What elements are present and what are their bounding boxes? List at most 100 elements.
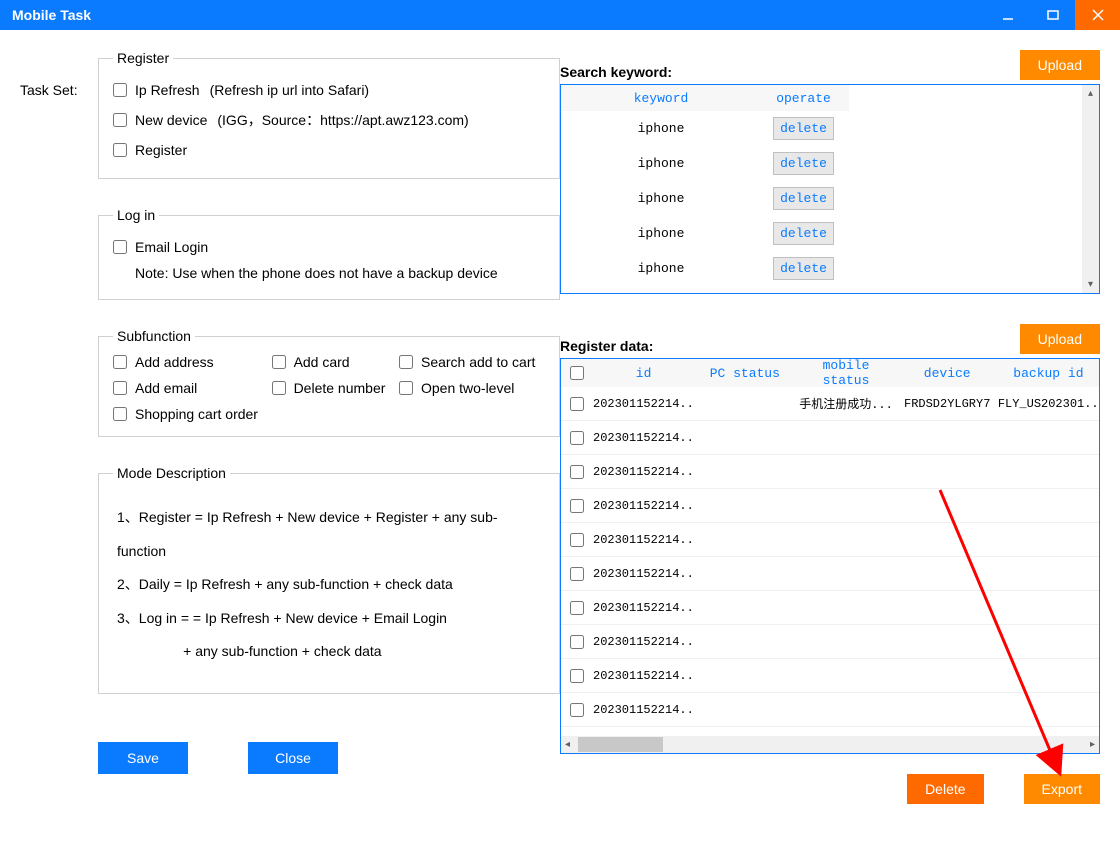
register-legend: Register: [113, 50, 173, 66]
register-row: 202301152214...: [561, 591, 1099, 625]
register-hscrollbar[interactable]: ◂ ▸: [561, 736, 1099, 753]
login-panel: Log in Email Login Note: Use when the ph…: [98, 207, 560, 300]
col-mobile: mobile status: [795, 358, 896, 388]
cell-device: FRDSD2YLGRY7: [897, 397, 998, 411]
col-pc: PC status: [694, 366, 795, 381]
col-device: device: [897, 366, 998, 381]
subfunction-legend: Subfunction: [113, 328, 195, 344]
cell-backup: FLY_US202301...: [998, 397, 1099, 411]
register-row: 202301152214...: [561, 693, 1099, 727]
taskset-label: Task Set:: [20, 50, 98, 827]
row-checkbox[interactable]: [570, 703, 584, 717]
cell-id: 202301152214...: [593, 703, 694, 717]
cell-id: 202301152214...: [593, 533, 694, 547]
shopping-cart-checkbox[interactable]: Shopping cart order: [113, 406, 268, 422]
ip-refresh-hint: (Refresh ip url into Safari): [210, 82, 370, 98]
register-row: 202301152214...: [561, 489, 1099, 523]
export-button[interactable]: Export: [1024, 774, 1100, 804]
row-checkbox[interactable]: [570, 533, 584, 547]
keyword-header: keyword: [561, 85, 761, 111]
maximize-button[interactable]: [1030, 0, 1075, 30]
delete-keyword-button[interactable]: delete: [773, 117, 834, 140]
delete-keyword-button[interactable]: delete: [773, 187, 834, 210]
ip-refresh-checkbox[interactable]: Ip Refresh: [113, 82, 200, 98]
cell-id: 202301152214...: [593, 499, 694, 513]
cell-id: 202301152214...: [593, 431, 694, 445]
row-checkbox[interactable]: [570, 465, 584, 479]
add-address-checkbox[interactable]: Add address: [113, 354, 268, 370]
keyword-cell: iphone: [561, 121, 761, 136]
row-checkbox[interactable]: [570, 669, 584, 683]
email-login-checkbox[interactable]: Email Login: [113, 239, 208, 255]
scroll-down-icon[interactable]: ▾: [1088, 276, 1093, 293]
delete-keyword-button[interactable]: delete: [773, 222, 834, 245]
row-checkbox[interactable]: [570, 635, 584, 649]
operate-header: operate: [761, 85, 846, 111]
delete-number-checkbox[interactable]: Delete number: [272, 380, 395, 396]
col-backup: backup id: [998, 366, 1099, 381]
register-row: 202301152214...: [561, 455, 1099, 489]
register-row: 202301152214...: [561, 557, 1099, 591]
keyword-row: iphone delete: [561, 216, 849, 251]
keyword-cell: iphone: [561, 191, 761, 206]
register-row: 202301152214...: [561, 659, 1099, 693]
titlebar: Mobile Task: [0, 0, 1120, 30]
cell-mobile: 手机注册成功...: [795, 395, 896, 412]
search-keyword-label: Search keyword:: [560, 64, 672, 80]
window-buttons: [985, 0, 1120, 30]
scroll-right-icon[interactable]: ▸: [1086, 739, 1099, 750]
row-checkbox[interactable]: [570, 601, 584, 615]
add-email-checkbox[interactable]: Add email: [113, 380, 268, 396]
keyword-row: iphone delete: [561, 111, 849, 146]
delete-button[interactable]: Delete: [907, 774, 983, 804]
mode-line-1: 1、Register = Ip Refresh + New device + R…: [117, 501, 541, 568]
minimize-icon: [1002, 9, 1014, 21]
login-note: Note: Use when the phone does not have a…: [113, 261, 545, 285]
login-legend: Log in: [113, 207, 159, 223]
register-grid: id PC status mobile status device backup…: [560, 358, 1100, 754]
keyword-row: iphone delete: [561, 181, 849, 216]
cell-id: 202301152214...: [593, 669, 694, 683]
new-device-checkbox[interactable]: New device: [113, 112, 207, 128]
register-checkbox[interactable]: Register: [113, 142, 187, 158]
register-panel: Register Ip Refresh (Refresh ip url into…: [98, 50, 560, 179]
keyword-scrollbar[interactable]: ▴ ▾: [1082, 85, 1099, 293]
register-row: 202301152214...: [561, 421, 1099, 455]
search-add-checkbox[interactable]: Search add to cart: [399, 354, 545, 370]
scroll-up-icon[interactable]: ▴: [1088, 85, 1093, 102]
close-window-button[interactable]: [1075, 0, 1120, 30]
select-all-checkbox[interactable]: [570, 366, 584, 380]
row-checkbox[interactable]: [570, 397, 584, 411]
scroll-left-icon[interactable]: ◂: [561, 739, 574, 750]
scroll-thumb[interactable]: [578, 737, 663, 752]
cell-id: 202301152214...: [593, 635, 694, 649]
keyword-cell: iphone: [561, 226, 761, 241]
cell-id: 202301152214...: [593, 601, 694, 615]
cell-id: 202301152214...: [593, 397, 694, 411]
add-card-checkbox[interactable]: Add card: [272, 354, 395, 370]
keyword-grid: keyword operate iphone delete iphone delete…: [560, 84, 1100, 294]
minimize-button[interactable]: [985, 0, 1030, 30]
delete-keyword-button[interactable]: delete: [773, 152, 834, 175]
row-checkbox[interactable]: [570, 431, 584, 445]
cell-id: 202301152214...: [593, 465, 694, 479]
keyword-cell: iphone: [561, 261, 761, 276]
mode-legend: Mode Description: [113, 465, 230, 481]
row-checkbox[interactable]: [570, 499, 584, 513]
open-two-checkbox[interactable]: Open two-level: [399, 380, 545, 396]
mode-line-4: + any sub-function + check data: [117, 635, 541, 669]
upload-register-button[interactable]: Upload: [1020, 324, 1100, 354]
col-id: id: [593, 366, 694, 381]
upload-keywords-button[interactable]: Upload: [1020, 50, 1100, 80]
save-button[interactable]: Save: [98, 742, 188, 774]
row-checkbox[interactable]: [570, 567, 584, 581]
cell-id: 202301152214...: [593, 567, 694, 581]
register-data-label: Register data:: [560, 338, 653, 354]
close-icon: [1092, 9, 1104, 21]
delete-keyword-button[interactable]: delete: [773, 257, 834, 280]
register-row: 202301152214...: [561, 625, 1099, 659]
close-button[interactable]: Close: [248, 742, 338, 774]
register-row: 202301152214... 手机注册成功...FRDSD2YLGRY7FLY_…: [561, 387, 1099, 421]
keyword-cell: iphone: [561, 156, 761, 171]
register-row: 202301152214...: [561, 523, 1099, 557]
